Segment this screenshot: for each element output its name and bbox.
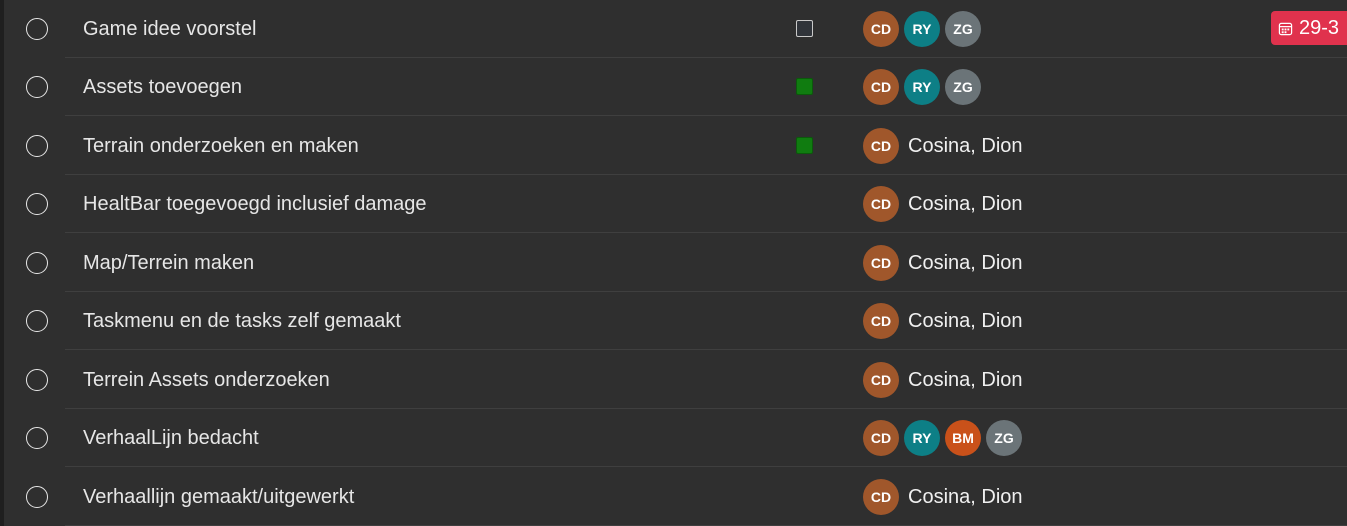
due-date-text: 29-3 (1299, 16, 1340, 39)
avatar[interactable]: CD (863, 128, 899, 164)
avatar[interactable]: RY (904, 11, 940, 47)
task-title[interactable]: Game idee voorstel (83, 17, 256, 41)
row-divider (65, 232, 1347, 233)
complete-task-circle-button[interactable] (26, 135, 48, 157)
task-title[interactable]: Terrain onderzoeken en maken (83, 134, 359, 158)
due-date-badge[interactable]: 29-3 (1271, 11, 1347, 45)
complete-task-circle-button[interactable] (26, 486, 48, 508)
status-square-green[interactable] (796, 137, 813, 154)
assignee-name: Cosina, Dion (908, 309, 1023, 332)
assignees[interactable]: CD Cosina, Dion (863, 479, 1023, 515)
task-row[interactable]: VerhaalLijn bedacht CD RY BM ZG (0, 409, 1347, 467)
complete-task-circle-button[interactable] (26, 193, 48, 215)
task-row[interactable]: Taskmenu en de tasks zelf gemaakt CD Cosin… (0, 292, 1347, 350)
assignee-name: Cosina, Dion (908, 485, 1023, 508)
assignee-name: Cosina, Dion (908, 192, 1023, 215)
assignees[interactable]: CD Cosina, Dion (863, 362, 1023, 398)
task-row[interactable]: HealtBar toegevoegd inclusief damage CD Co… (0, 175, 1347, 233)
calendar-icon (1278, 22, 1293, 35)
assignees[interactable]: CD Cosina, Dion (863, 128, 1023, 164)
task-row[interactable]: Assets toevoegen CD RY ZG (0, 58, 1347, 116)
status-square-empty[interactable] (796, 20, 813, 37)
avatar[interactable]: CD (863, 69, 899, 105)
avatar[interactable]: BM (945, 420, 981, 456)
task-row[interactable]: Terrein Assets onderzoeken CD Cosina, Dion (0, 351, 1347, 409)
complete-task-circle-button[interactable] (26, 252, 48, 274)
avatar[interactable]: ZG (945, 69, 981, 105)
complete-task-circle-button[interactable] (26, 369, 48, 391)
complete-task-circle-button[interactable] (26, 310, 48, 332)
avatar[interactable]: ZG (986, 420, 1022, 456)
task-row[interactable]: Game idee voorstel CD RY ZG 29-3 (0, 0, 1347, 58)
complete-task-circle-button[interactable] (26, 18, 48, 40)
avatar[interactable]: CD (863, 186, 899, 222)
assignees[interactable]: CD RY ZG (863, 11, 986, 47)
avatar[interactable]: ZG (945, 11, 981, 47)
assignees[interactable]: CD Cosina, Dion (863, 186, 1023, 222)
task-row[interactable]: Terrain onderzoeken en maken CD Cosina, Di… (0, 117, 1347, 175)
avatar[interactable]: RY (904, 420, 940, 456)
avatar[interactable]: CD (863, 420, 899, 456)
avatar[interactable]: CD (863, 362, 899, 398)
assignees[interactable]: CD RY BM ZG (863, 420, 1027, 456)
assignees[interactable]: CD RY ZG (863, 69, 986, 105)
task-list-panel: Game idee voorstel CD RY ZG 29-3 Assets toevo… (0, 0, 1347, 526)
complete-task-circle-button[interactable] (26, 76, 48, 98)
complete-task-circle-button[interactable] (26, 427, 48, 449)
avatar[interactable]: CD (863, 303, 899, 339)
avatar[interactable]: CD (863, 479, 899, 515)
assignees[interactable]: CD Cosina, Dion (863, 303, 1023, 339)
avatar[interactable]: CD (863, 245, 899, 281)
assignee-name: Cosina, Dion (908, 134, 1023, 157)
avatar[interactable]: RY (904, 69, 940, 105)
row-divider (65, 466, 1347, 467)
assignees[interactable]: CD Cosina, Dion (863, 245, 1023, 281)
row-divider (65, 349, 1347, 350)
row-divider (65, 115, 1347, 116)
status-square-green[interactable] (796, 78, 813, 95)
task-title[interactable]: Terrein Assets onderzoeken (83, 368, 330, 392)
task-row[interactable]: Map/Terrein maken CD Cosina, Dion (0, 234, 1347, 292)
avatar[interactable]: CD (863, 11, 899, 47)
task-title[interactable]: Taskmenu en de tasks zelf gemaakt (83, 309, 401, 333)
task-title[interactable]: Assets toevoegen (83, 75, 242, 99)
task-title[interactable]: VerhaalLijn bedacht (83, 426, 259, 450)
task-title[interactable]: Map/Terrein maken (83, 251, 254, 275)
task-title[interactable]: Verhaallijn gemaakt/uitgewerkt (83, 485, 354, 509)
assignee-name: Cosina, Dion (908, 368, 1023, 391)
task-title[interactable]: HealtBar toegevoegd inclusief damage (83, 192, 427, 216)
assignee-name: Cosina, Dion (908, 251, 1023, 274)
task-row[interactable]: Verhaallijn gemaakt/uitgewerkt CD Cosina, … (0, 468, 1347, 526)
